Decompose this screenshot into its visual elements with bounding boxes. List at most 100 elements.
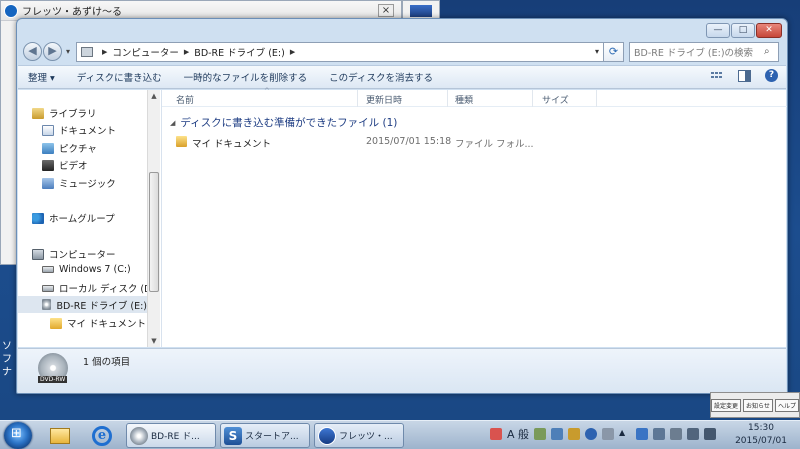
clock-date: 2015/07/01 [735,436,787,446]
flets-logo-icon [318,426,336,445]
chevron-right-icon[interactable]: ▶ [290,48,295,56]
system-clock[interactable]: 15:30 2015/07/01 [728,422,794,448]
group-header[interactable]: ◢ ディスクに書き込む準備ができたファイル (1) [170,115,397,130]
ime-help-button[interactable]: ヘルプ [774,398,799,412]
signal-tray-icon[interactable] [687,428,700,440]
nav-item-documents[interactable]: ドキュメント [42,123,116,137]
ime-dictionary-icon[interactable] [534,428,547,440]
music-icon [42,177,54,189]
taskbar-task-explorer[interactable]: BD-RE ド... [126,423,216,448]
folder-icon [50,427,70,444]
breadcrumb-bd-re-drive[interactable]: BD-RE ドライブ (E:) [194,45,285,59]
search-input[interactable]: BD-RE ドライブ (E:)の検索 ⌕ [629,41,779,62]
address-bar[interactable]: ▶ コンピューター ▶ BD-RE ドライブ (E:) ▶ ▾ [76,41,604,62]
chevron-right-icon[interactable]: ▶ [102,48,107,56]
column-size[interactable]: サイズ [542,93,569,106]
startup-app-icon: S [224,426,242,445]
nav-item-pictures[interactable]: ピクチャ [42,141,97,155]
network-tray-icon[interactable] [653,428,666,440]
back-button[interactable]: ◀ [23,42,42,61]
scroll-thumb[interactable] [149,172,159,292]
drive-icon [42,284,54,292]
ime-pad-icon[interactable] [568,428,581,440]
ime-notice-button[interactable]: お知らせ [743,398,773,412]
nav-item-label: ローカル ディスク (D: [59,284,155,295]
delete-temp-files-button[interactable]: 一時的なファイルを削除する [184,70,308,84]
nav-item-my-documents[interactable]: マイ ドキュメント [50,316,146,330]
nav-item-bd-re-drive[interactable]: BD-RE ドライブ (E:) [18,296,147,313]
nav-item-homegroup[interactable]: ホームグループ [32,211,115,225]
column-modified[interactable]: 更新日時 [366,93,402,106]
library-icon [32,107,44,119]
nav-item-videos[interactable]: ビデオ [42,158,88,172]
details-pane: DVD-RW 1 個の項目 [18,348,786,393]
ime-tool-icon[interactable] [551,428,564,440]
file-row[interactable]: マイ ドキュメント 2015/07/01 15:18 ファイル フォル... [172,134,772,150]
desktop-side-text: ソフ ナ [2,341,12,378]
taskbar-ie-pin[interactable]: e [88,424,116,447]
ime-mode-indicator[interactable]: A 般 [507,426,529,442]
nav-item-label: コンピューター [49,250,116,261]
nav-item-label: ビデオ [59,161,88,172]
volume-icon[interactable] [704,428,717,440]
search-icon[interactable]: ⌕ [764,46,778,57]
taskbar-task-startup[interactable]: S スタートア... [220,423,310,448]
refresh-button[interactable]: ⟳ [604,41,624,62]
file-list: ^ 名前 更新日時 種類 サイズ ◢ ディスクに書き込む準備ができたファイル (… [161,87,787,347]
taskbar-explorer-pin[interactable] [46,424,74,447]
change-view-icon[interactable] [710,71,724,81]
flets-logo-icon [4,3,18,18]
file-modified: 2015/07/01 15:18 [366,136,452,147]
pictures-icon [42,142,54,154]
nav-item-label: BD-RE ドライブ (E:) [56,300,147,312]
maximize-button[interactable]: □ [731,23,755,38]
item-count: 1 個の項目 [83,357,131,368]
navigation-scrollbar[interactable]: ▲ ▼ [147,90,160,347]
erase-disc-button[interactable]: このディスクを消去する [329,70,433,84]
organize-button[interactable]: 整理 ▾ [28,70,55,84]
computer-icon [81,46,93,57]
sort-arrow-icon: ^ [264,87,270,95]
videos-icon [42,159,54,171]
burn-to-disc-button[interactable]: ディスクに書き込む [77,70,162,84]
breadcrumb-computer[interactable]: コンピューター [112,45,179,59]
background-window-close-button[interactable]: × [378,4,394,17]
ime-options-icon[interactable] [602,428,615,440]
nav-item-label: Windows 7 (C:) [59,264,131,275]
nav-item-label: ホームグループ [49,214,115,225]
scroll-up-icon[interactable]: ▲ [148,90,160,102]
group-header-label: ディスクに書き込む準備ができたファイル (1) [180,117,398,129]
close-button[interactable]: ✕ [756,23,782,38]
nav-item-drive-d[interactable]: ローカル ディスク (D: [42,281,155,295]
preview-pane-icon[interactable] [738,69,751,82]
address-row: ◀ ▶ ▾ ▶ コンピューター ▶ BD-RE ドライブ (E:) ▶ ▾ ⟳ … [23,41,783,62]
nav-item-computer[interactable]: コンピューター [32,247,116,261]
power-tray-icon[interactable] [670,428,683,440]
forward-button[interactable]: ▶ [43,42,62,61]
help-icon[interactable]: ? [765,69,778,82]
tray-app-icon[interactable] [490,428,502,440]
ime-help-icon[interactable] [585,428,598,440]
column-type[interactable]: 種類 [455,93,473,106]
computer-icon [32,248,44,260]
address-dropdown-icon[interactable]: ▾ [591,47,603,56]
background-window-thumbnail[interactable] [402,0,440,20]
column-name[interactable]: 名前 [176,93,194,106]
taskbar: e BD-RE ド... S スタートア... フレッツ・... A 般 ▲ 1… [0,420,800,449]
chevron-right-icon[interactable]: ▶ [184,48,189,56]
minimize-button[interactable]: — [706,23,730,38]
start-button[interactable] [4,422,32,449]
nav-item-libraries[interactable]: ライブラリ [32,106,97,120]
taskbar-task-flets[interactable]: フレッツ・... [314,423,404,448]
explorer-window[interactable]: — □ ✕ ◀ ▶ ▾ ▶ コンピューター ▶ BD-RE ドライブ (E:) … [16,18,788,394]
nav-item-drive-c[interactable]: Windows 7 (C:) [42,264,131,275]
show-hidden-icons-icon[interactable]: ▲ [619,428,631,440]
ime-settings-button[interactable]: 設定変更 [711,398,742,412]
windows-flag-icon[interactable] [636,428,649,440]
nav-item-music[interactable]: ミュージック [42,176,116,190]
scroll-down-icon[interactable]: ▼ [148,335,160,347]
recent-pages-dropdown[interactable]: ▾ [63,47,73,56]
background-window-title: フレッツ・あずけ〜る [22,7,122,18]
collapse-triangle-icon[interactable]: ◢ [170,119,175,127]
taskbar-task-label: フレッツ・... [339,432,393,442]
